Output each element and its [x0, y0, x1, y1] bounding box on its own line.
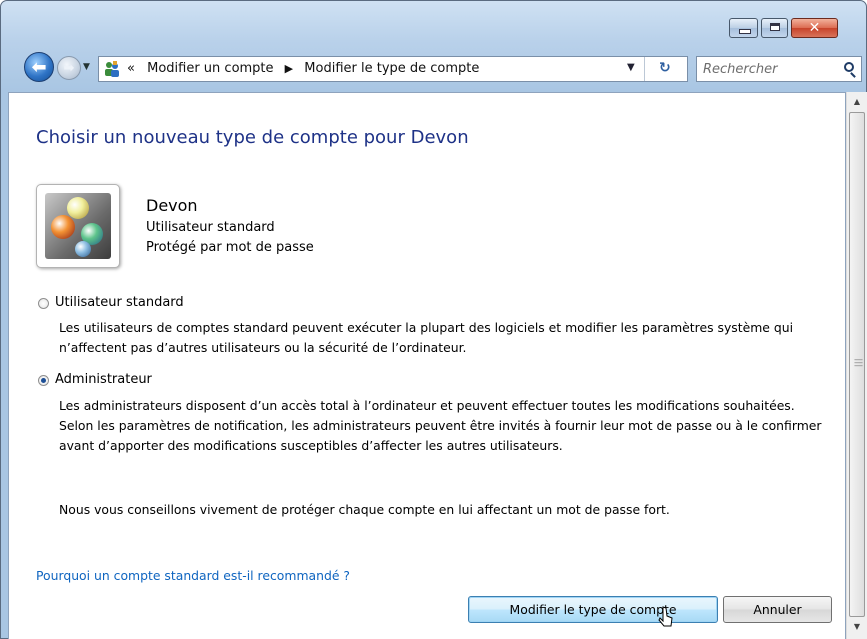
refresh-icon: ↻ [659, 60, 671, 76]
password-advice: Nous vous conseillons vivement de protég… [59, 502, 670, 517]
option-label-standard-user[interactable]: Utilisateur standard [55, 295, 184, 310]
breadcrumb-item-modifier-un-compte[interactable]: Modifier un compte [139, 61, 273, 76]
close-icon: ✕ [808, 20, 821, 36]
user-password-status: Protégé par mot de passe [146, 240, 314, 255]
option-label-administrator[interactable]: Administrateur [55, 372, 152, 387]
breadcrumb: « Modifier un compte ▶ Modifier le type … [127, 61, 479, 76]
radio-standard-user[interactable] [38, 298, 49, 309]
user-avatar-marbles-icon [45, 193, 111, 259]
scroll-up-arrow-icon[interactable]: ▲ [847, 92, 867, 112]
radio-administrator[interactable] [38, 375, 49, 386]
title-bar: ✕ [1, 1, 866, 47]
search-box[interactable] [696, 56, 862, 82]
scroll-grip-icon: — — — [854, 355, 863, 371]
cancel-button[interactable]: Annuler [723, 596, 832, 623]
user-accounts-icon [105, 61, 119, 77]
breadcrumb-item-modifier-le-type[interactable]: Modifier le type de compte [304, 61, 479, 76]
user-account-type: Utilisateur standard [146, 220, 275, 235]
user-name: Devon [146, 196, 198, 215]
search-icon[interactable] [844, 62, 854, 72]
scroll-thumb[interactable]: — — — [849, 112, 865, 617]
breadcrumb-overflow[interactable]: « [127, 61, 135, 76]
change-account-type-button[interactable]: Modifier le type de compte [468, 596, 718, 623]
option-description-administrator: Les administrateurs disposent d’un accès… [59, 398, 822, 453]
forward-button[interactable]: ➡ [57, 56, 81, 80]
search-input[interactable] [703, 60, 823, 78]
maximize-button[interactable] [761, 18, 788, 38]
breadcrumb-separator-icon[interactable]: ▶ [278, 62, 300, 75]
address-bar[interactable]: « Modifier un compte ▶ Modifier le type … [98, 56, 688, 82]
page-title: Choisir un nouveau type de compte pour D… [36, 127, 469, 148]
minimize-icon [739, 29, 751, 34]
forward-arrow-icon: ➡ [63, 60, 75, 76]
address-dropdown-icon[interactable]: ▼ [627, 62, 635, 73]
recent-pages-chevron-icon[interactable]: ▼ [83, 62, 90, 72]
option-description-standard-user: Les utilisateurs de comptes standard peu… [59, 320, 794, 355]
close-button[interactable]: ✕ [791, 18, 838, 38]
content-pane [8, 92, 846, 639]
vertical-scrollbar[interactable]: ▲ — — — ▼ [846, 92, 867, 639]
refresh-button[interactable]: ↻ [644, 57, 689, 81]
help-link[interactable]: Pourquoi un compte standard est-il recom… [36, 568, 350, 583]
minimize-button[interactable] [729, 18, 758, 38]
avatar [36, 184, 120, 268]
scroll-down-arrow-icon[interactable]: ▼ [847, 617, 867, 637]
back-button[interactable]: ⬅ [24, 52, 54, 82]
back-arrow-icon: ⬅ [31, 56, 47, 78]
maximize-icon [770, 23, 780, 31]
